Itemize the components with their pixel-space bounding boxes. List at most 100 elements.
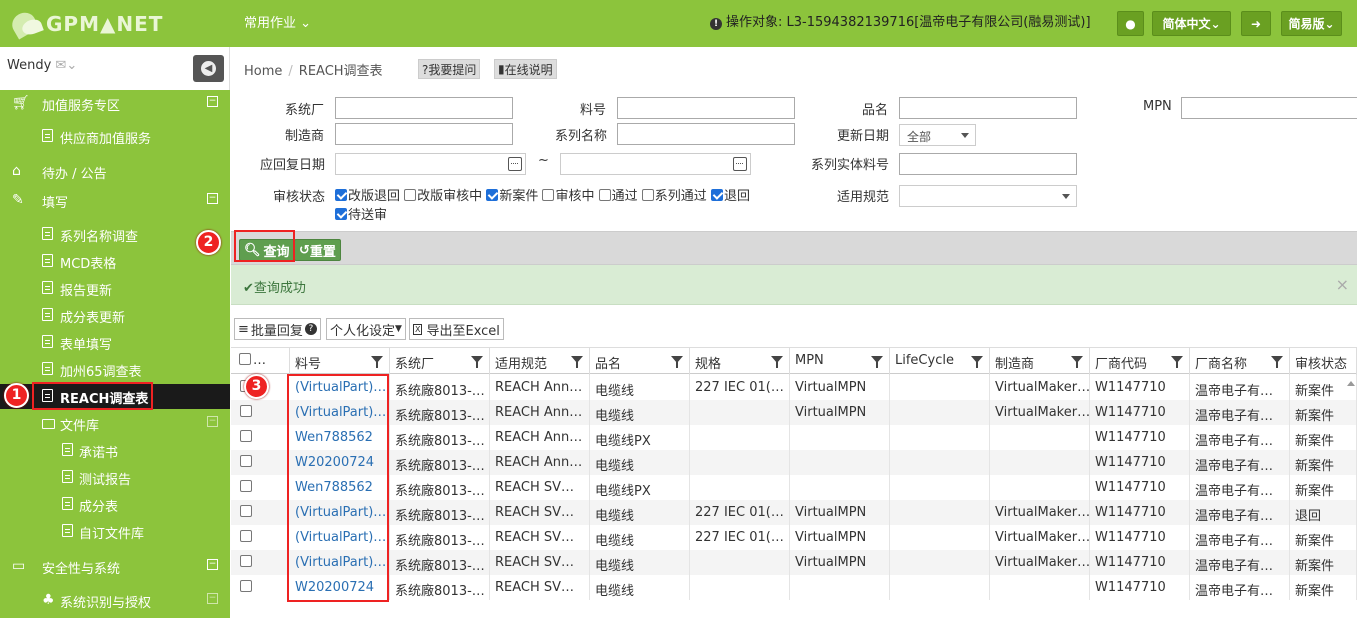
- row-checkbox[interactable]: [240, 430, 252, 442]
- sidebar-item-value-added[interactable]: 🛒︎ 加值服务专区 −: [0, 91, 230, 116]
- cell-part-no[interactable]: W20200724: [290, 450, 390, 475]
- sidebar-item-reach[interactable]: REACH调查表: [0, 384, 230, 409]
- status-checkbox-series-passed[interactable]: 系列通过: [641, 189, 707, 204]
- filter-icon[interactable]: [1271, 356, 1283, 368]
- cell-part-no[interactable]: (VirtualPart)…: [290, 500, 390, 525]
- column-header-lifecycle[interactable]: LifeCycle: [890, 348, 990, 375]
- scroll-up-icon[interactable]: [1347, 381, 1355, 386]
- sidebar-item-fill[interactable]: ✎ 填写 −: [0, 188, 230, 213]
- filter-icon[interactable]: [871, 356, 883, 368]
- sidebar-item-custom-library[interactable]: 自订文件库: [0, 519, 230, 544]
- status-checkbox-new-case[interactable]: 新案件: [486, 189, 538, 204]
- personalize-dropdown[interactable]: 个人化设定 ▼: [326, 318, 406, 340]
- logout-button[interactable]: ➜: [1241, 11, 1271, 36]
- status-checkbox-returned[interactable]: 退回: [710, 189, 750, 204]
- row-checkbox[interactable]: [240, 530, 252, 542]
- status-checkbox-revision-review[interactable]: 改版审核中: [404, 189, 482, 204]
- cell-part-no[interactable]: (VirtualPart)…: [290, 525, 390, 550]
- row-checkbox[interactable]: [240, 555, 252, 567]
- filter-icon[interactable]: [471, 356, 483, 368]
- column-header-part-no[interactable]: 料号: [290, 348, 390, 375]
- system-factory-input[interactable]: [335, 97, 513, 119]
- sidebar-item-form-fill[interactable]: 表单填写: [0, 330, 230, 355]
- status-checkbox-passed[interactable]: 通过: [598, 189, 638, 204]
- table-row[interactable]: Wen788562 系统廠8013-… REACH SV… 电缆线PX W1147710…: [231, 475, 1357, 500]
- table-row[interactable]: (VirtualPart)… 系统廠8013-… REACH Ann… 电缆线 Virt…: [231, 400, 1357, 425]
- sidebar-item-mcd[interactable]: MCD表格: [0, 249, 230, 274]
- cell-part-no[interactable]: Wen788562: [290, 425, 390, 450]
- sidebar-item-ca65[interactable]: 加州65调查表: [0, 357, 230, 382]
- product-name-input[interactable]: [899, 97, 1077, 119]
- row-checkbox[interactable]: [240, 505, 252, 517]
- query-button[interactable]: 🔍︎ 查询: [239, 239, 295, 261]
- filter-icon[interactable]: [1071, 356, 1083, 368]
- column-header-spec[interactable]: 适用规范: [490, 348, 590, 375]
- table-row[interactable]: (VirtualPart)… 系统廠8013-… REACH SV… 电缆线 Virtu…: [231, 550, 1357, 575]
- column-header-select-all[interactable]: …: [231, 348, 290, 375]
- column-header-product-name[interactable]: 品名: [590, 348, 690, 375]
- user-menu[interactable]: Wendy ✉⌄: [7, 58, 77, 73]
- table-row[interactable]: W20200724 系统廠8013-… REACH Ann… 电缆线 W1147710 温…: [231, 450, 1357, 475]
- status-checkbox-revision-returned[interactable]: 改版退回: [335, 189, 400, 204]
- reset-button[interactable]: ↺ 重置: [294, 239, 341, 261]
- column-header-vendor-code[interactable]: 厂商代码: [1090, 348, 1190, 375]
- logo[interactable]: GPM▲NET: [10, 8, 163, 40]
- column-header-mpn[interactable]: MPN: [790, 348, 890, 375]
- filter-icon[interactable]: [371, 356, 383, 368]
- manufacturer-input[interactable]: [335, 123, 513, 145]
- part-no-input[interactable]: [617, 97, 795, 119]
- cell-part-no[interactable]: W20200724: [290, 575, 390, 600]
- vertical-scrollbar[interactable]: [1344, 375, 1357, 618]
- sidebar-item-report-update[interactable]: 报告更新: [0, 276, 230, 301]
- filter-icon[interactable]: [971, 356, 983, 368]
- batch-reply-button[interactable]: ≡ 批量回复?: [234, 318, 321, 340]
- mpn-input[interactable]: [1181, 97, 1357, 119]
- reply-date-from-input[interactable]: [335, 153, 526, 175]
- applicable-spec-select[interactable]: [899, 185, 1077, 207]
- column-header-manufacturer[interactable]: 制造商: [990, 348, 1090, 375]
- calendar-icon[interactable]: [733, 157, 747, 171]
- mode-dropdown[interactable]: 简易版 ⌄: [1281, 11, 1342, 36]
- status-checkbox-pending-submit[interactable]: 待送审: [335, 208, 387, 223]
- user-button[interactable]: ●: [1117, 11, 1144, 36]
- close-icon[interactable]: ×: [1336, 275, 1349, 294]
- table-row[interactable]: Wen788562 系统廠8013-… REACH Ann… 电缆线PX W114771…: [231, 425, 1357, 450]
- sidebar-item-system-auth[interactable]: ♣ 系统识别与授权 −: [0, 588, 230, 613]
- row-checkbox[interactable]: [240, 580, 252, 592]
- table-row[interactable]: W20200724 系统廠8013-… REACH SV… 电缆线 W1147710 温帝…: [231, 575, 1357, 600]
- sidebar-item-file-library[interactable]: 文件库 −: [0, 411, 230, 436]
- column-header-specification[interactable]: 规格: [690, 348, 790, 375]
- export-excel-button[interactable]: X 导出至Excel: [409, 318, 504, 340]
- sidebar-item-composition[interactable]: 成分表: [0, 492, 230, 517]
- cell-part-no[interactable]: (VirtualPart)…: [290, 400, 390, 425]
- filter-icon[interactable]: [671, 356, 683, 368]
- filter-icon[interactable]: [771, 356, 783, 368]
- sidebar-item-supplier-service[interactable]: 供应商加值服务: [0, 124, 230, 149]
- filter-icon[interactable]: [571, 356, 583, 368]
- calendar-icon[interactable]: [508, 157, 522, 171]
- sidebar-item-composition-update[interactable]: 成分表更新: [0, 303, 230, 328]
- table-row[interactable]: (VirtualPart)… 系统廠8013-… REACH SV… 电缆线 227 I…: [231, 500, 1357, 525]
- cell-part-no[interactable]: (VirtualPart)…: [290, 550, 390, 575]
- column-header-audit-status[interactable]: 审核状态: [1290, 348, 1357, 375]
- row-checkbox[interactable]: [240, 480, 252, 492]
- sidebar-item-test-report[interactable]: 测试报告: [0, 465, 230, 490]
- select-all-checkbox[interactable]: [239, 353, 251, 365]
- series-name-input[interactable]: [617, 123, 795, 145]
- update-date-select[interactable]: 全部: [899, 124, 976, 146]
- cell-part-no[interactable]: Wen788562: [290, 475, 390, 500]
- cell-part-no[interactable]: (VirtualPart)…: [290, 375, 390, 400]
- language-dropdown[interactable]: 简体中文 ⌄: [1152, 11, 1231, 36]
- top-menu-common-tasks[interactable]: 常用作业 ⌄: [244, 12, 311, 31]
- status-checkbox-under-review[interactable]: 审核中: [542, 189, 594, 204]
- reply-date-to-input[interactable]: [560, 153, 751, 175]
- sidebar-item-security[interactable]: ▭ 安全性与系统 −: [0, 554, 230, 579]
- sidebar-item-commitment[interactable]: 承诺书: [0, 438, 230, 463]
- column-header-vendor-name[interactable]: 厂商名称: [1190, 348, 1290, 375]
- row-checkbox[interactable]: [240, 405, 252, 417]
- sidebar-item-todo[interactable]: ⌂ 待办 / 公告: [0, 159, 230, 184]
- column-header-system-factory[interactable]: 系统厂: [390, 348, 490, 375]
- ask-question-button[interactable]: ?我要提问: [418, 59, 481, 79]
- breadcrumb-home[interactable]: Home: [244, 64, 282, 79]
- table-row[interactable]: (VirtualPart)… 系统廠8013-… REACH SV… 电缆线 227 I…: [231, 525, 1357, 550]
